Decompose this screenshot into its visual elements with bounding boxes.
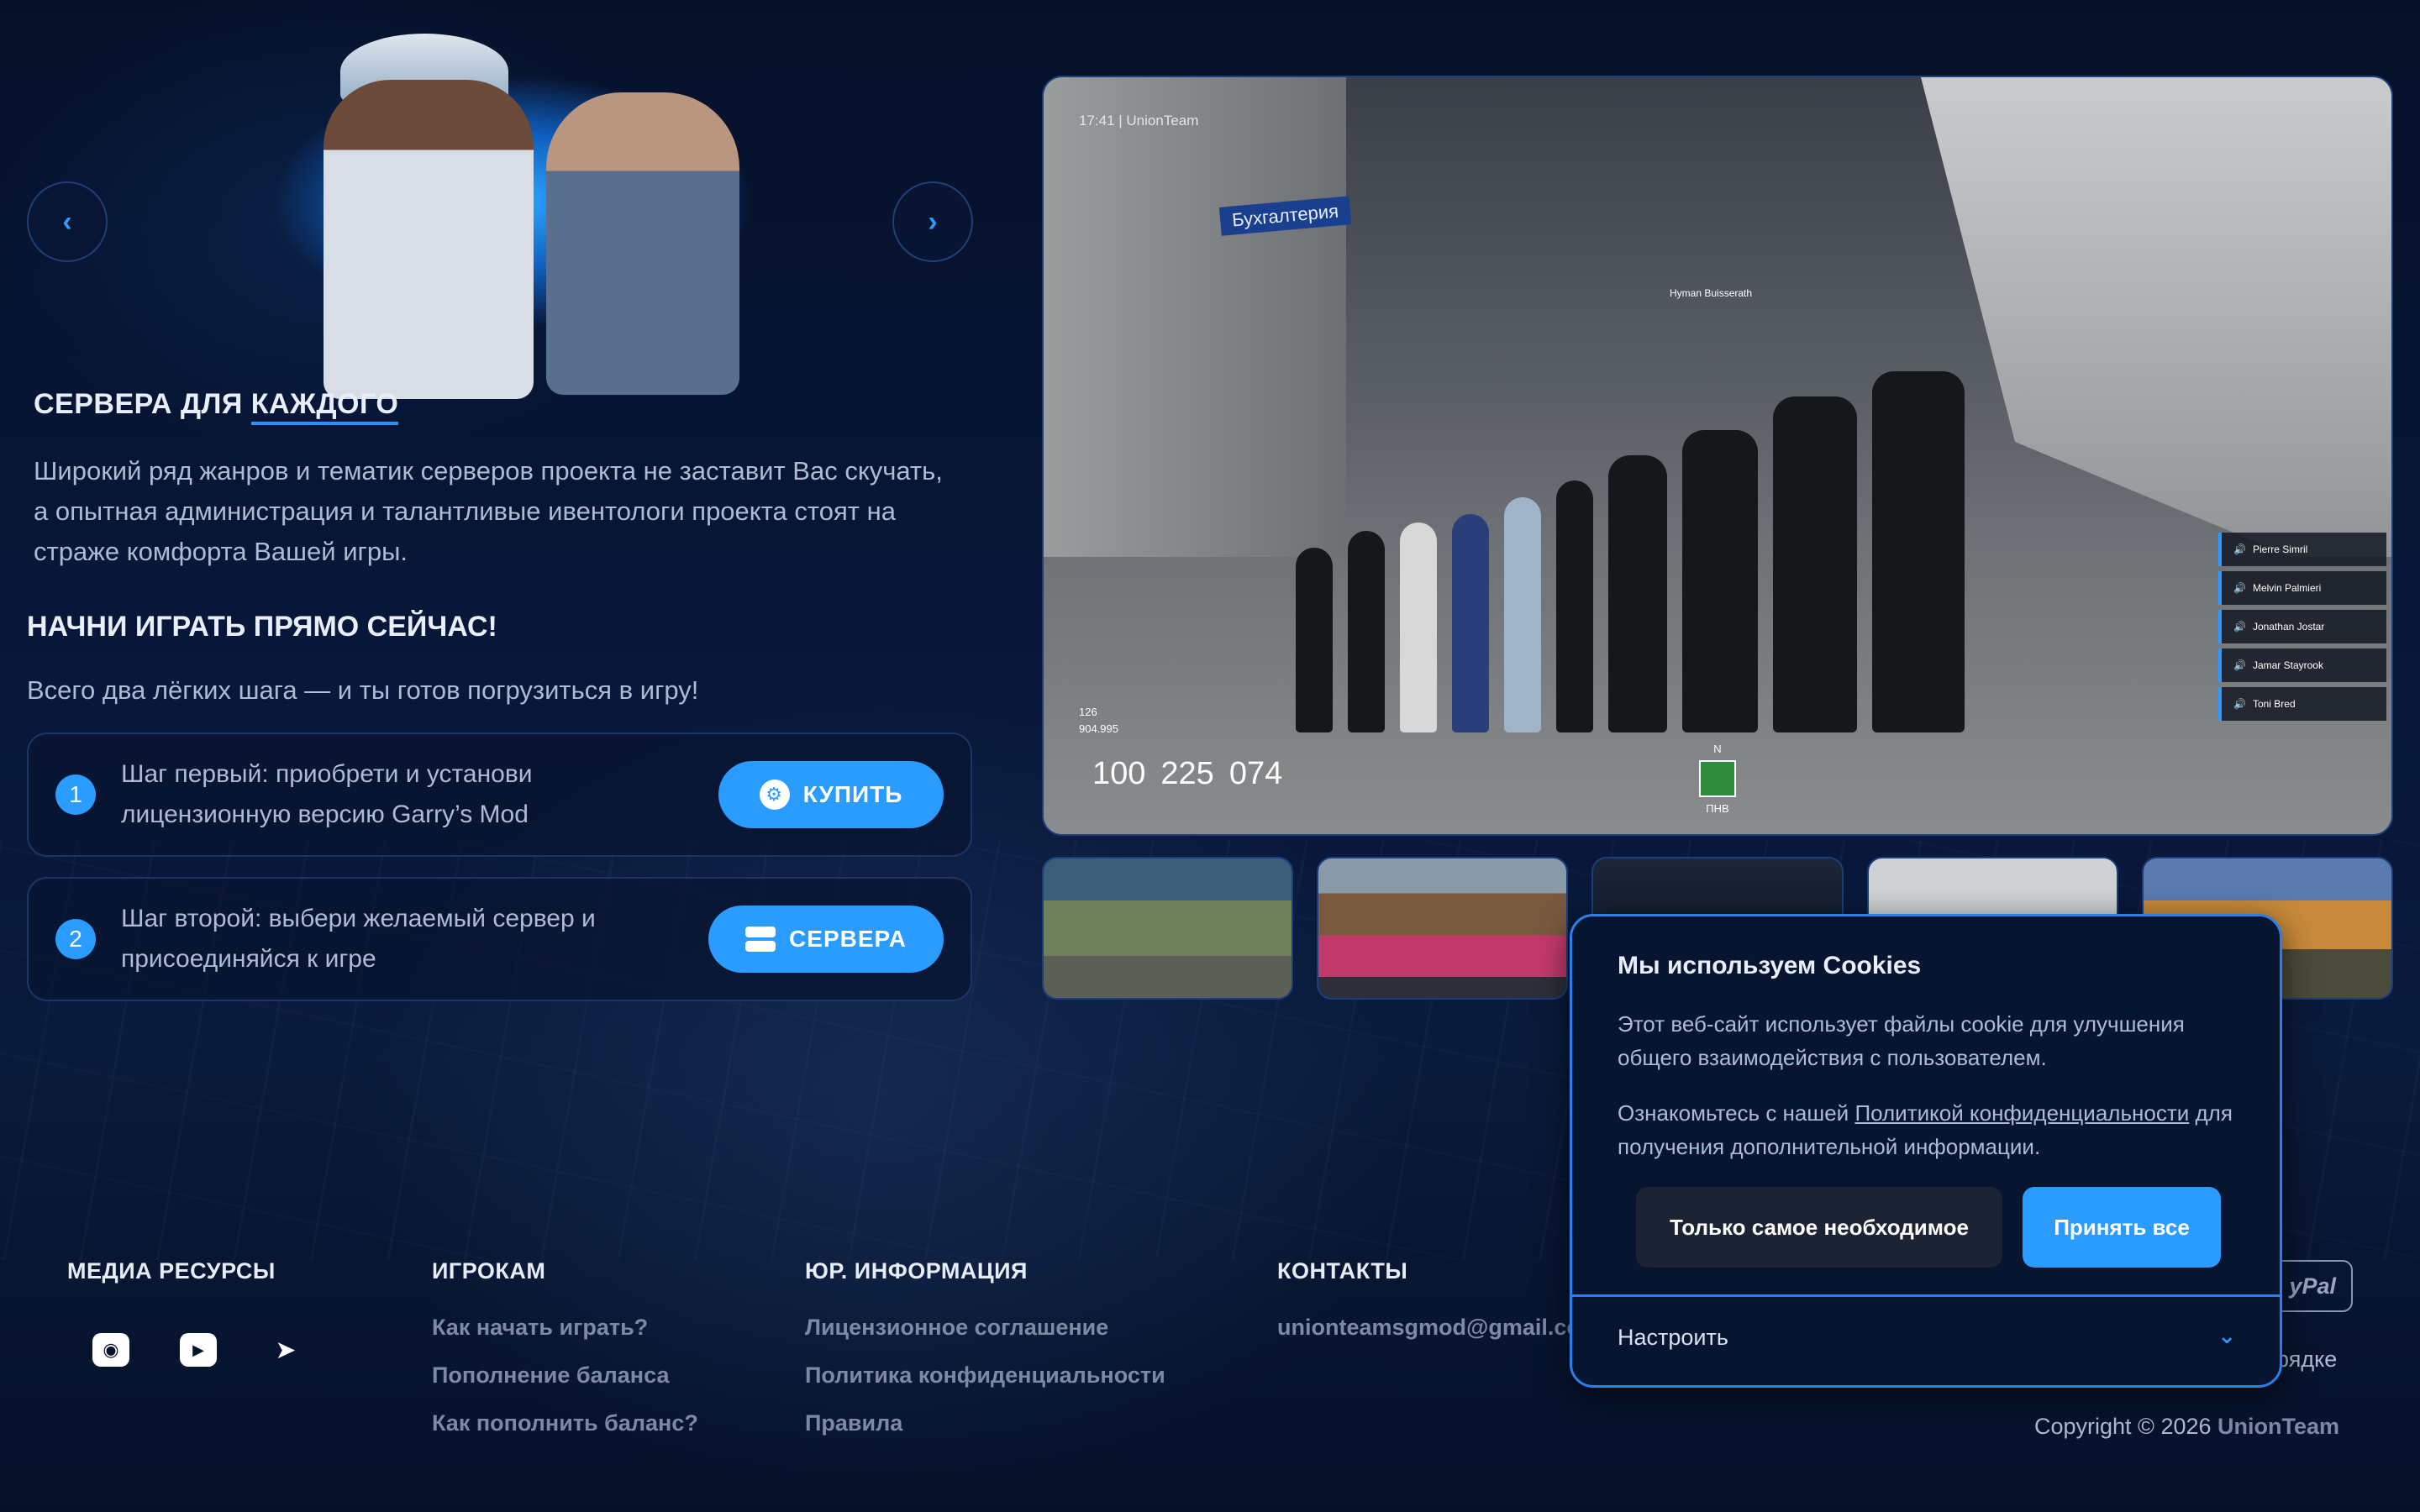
carousel-prev-button[interactable]: ‹: [27, 181, 108, 262]
cookie-policy-text: Ознакомьтесь с нашей Политикой конфиденц…: [1618, 1096, 2256, 1163]
hud-level: 126: [1079, 706, 1097, 718]
player-name-label: Hyman Buisserath: [1670, 287, 1753, 299]
voice-item: 🔊 Pierre Simril: [2218, 533, 2386, 566]
step-card-1: 1 Шаг первый: приобрети и установи лицен…: [27, 732, 972, 857]
servers-button[interactable]: СЕРВЕРА: [708, 906, 944, 973]
copyright-text: Copyright © 2026: [2034, 1414, 2218, 1439]
gallery-thumbnail[interactable]: [1317, 857, 1569, 1000]
chevron-right-icon: ›: [928, 205, 938, 238]
chevron-down-icon[interactable]: ⌄: [2217, 1323, 2236, 1349]
youtube-icon[interactable]: ▶: [180, 1333, 217, 1367]
voice-item: 🔊 Toni Bred: [2218, 687, 2386, 721]
voice-name: Melvin Palmieri: [2252, 582, 2322, 594]
carousel-next-button[interactable]: ›: [892, 181, 973, 262]
hero-title-prefix: СЕРВЕРА ДЛЯ: [34, 388, 251, 420]
footer-heading: КОНТАКТЫ: [1277, 1258, 1408, 1284]
footer-links: Лицензионное соглашение Политика конфиде…: [805, 1315, 1165, 1436]
compass-label: ПНВ: [1706, 802, 1729, 815]
gallery-thumbnail[interactable]: [1042, 857, 1294, 1000]
hero-description: Широкий ряд жанров и тематик серверов пр…: [34, 456, 943, 566]
step-card-2: 2 Шаг второй: выбери желаемый сервер и п…: [27, 877, 972, 1001]
footer-link[interactable]: Лицензионное соглашение: [805, 1315, 1165, 1341]
footer-legal: ЮР. ИНФОРМАЦИЯ Лицензионное соглашение П…: [805, 1258, 1165, 1436]
steam-icon: ⚙: [759, 780, 790, 810]
speaker-icon: 🔊: [2233, 659, 2246, 671]
cookie-title: Мы используем Cookies: [1618, 952, 1922, 979]
game-time: 17:41 | UnionTeam: [1079, 113, 1199, 129]
configure-toggle[interactable]: Настроить: [1618, 1325, 1728, 1351]
footer-link[interactable]: Как начать играть?: [432, 1315, 698, 1341]
chevron-left-icon: ‹: [62, 205, 72, 238]
voice-name: Pierre Simril: [2252, 543, 2308, 555]
hud-ammo: 074: [1228, 756, 1283, 791]
footer-players: ИГРОКАМ Как начать играть? Пополнение ба…: [432, 1258, 698, 1436]
gallery-main-image[interactable]: Бухгалтерия Hyman Buisserath 17:41 | Uni…: [1042, 76, 2393, 836]
character-woman-image: [546, 92, 739, 395]
voice-list: 🔊 Pierre Simril 🔊 Melvin Palmieri 🔊 Jonatha…: [2218, 533, 2386, 721]
footer-heading: МЕДИА РЕСУРСЫ: [67, 1258, 276, 1284]
cookie-policy-prefix: Ознакомьтесь с нашей: [1618, 1100, 1855, 1126]
divider: [1572, 1294, 2280, 1297]
buy-button[interactable]: ⚙ КУПИТЬ: [718, 761, 944, 828]
voice-item: 🔊 Jonathan Jostar: [2218, 610, 2386, 643]
voice-item: 🔊 Melvin Palmieri: [2218, 571, 2386, 605]
necessary-only-button[interactable]: Только самое необходимое: [1636, 1187, 2002, 1268]
voice-name: Jamar Stayrook: [2252, 659, 2323, 671]
server-icon: [745, 927, 776, 952]
cookie-dialog: Мы используем Cookies Этот веб-сайт испо…: [1570, 914, 2282, 1388]
step-text: Шаг первый: приобрети и установи лицензи…: [121, 760, 533, 828]
character-man-image: [324, 80, 534, 399]
hud-armor: 225: [1160, 756, 1214, 791]
social-links: ◉ ▶ ➤: [67, 1333, 304, 1367]
footer-link[interactable]: Правила: [805, 1410, 1165, 1436]
footer-links: unionteamsgmod@gmail.co: [1277, 1315, 1581, 1341]
hud-money: 904.995: [1079, 722, 1118, 735]
step-number: 2: [55, 919, 96, 959]
contact-email[interactable]: unionteamsgmod@gmail.co: [1277, 1315, 1581, 1341]
footer-heading: ЮР. ИНФОРМАЦИЯ: [805, 1258, 1028, 1284]
privacy-policy-link[interactable]: Политикой конфиденциальности: [1854, 1100, 2189, 1126]
buy-button-label: КУПИТЬ: [802, 781, 903, 807]
footer-link[interactable]: Политика конфиденциальности: [805, 1362, 1165, 1389]
hero-title-accent: КАЖДОГО: [250, 388, 399, 425]
voice-item: 🔊 Jamar Stayrook: [2218, 648, 2386, 682]
hud-numbers: 100 225 074: [1092, 756, 1282, 792]
night-vision-icon: [1699, 760, 1736, 797]
telegram-icon[interactable]: ➤: [267, 1333, 304, 1367]
footer-heading: ИГРОКАМ: [432, 1258, 546, 1284]
accept-all-button[interactable]: Принять все: [2023, 1187, 2221, 1268]
footer-media: МЕДИА РЕСУРСЫ ◉ ▶ ➤: [67, 1258, 304, 1367]
hud-stats: 126 904.995: [1079, 704, 1118, 738]
speaker-icon: 🔊: [2233, 621, 2246, 633]
footer-contacts: КОНТАКТЫ unionteamsgmod@gmail.co: [1277, 1258, 1581, 1341]
footer-link[interactable]: Пополнение баланса: [432, 1362, 698, 1389]
hud-compass: N ПНВ: [1699, 743, 1736, 815]
compass-direction: N: [1713, 743, 1722, 755]
discord-icon[interactable]: ◉: [92, 1333, 129, 1367]
step-text: Шаг второй: выбери желаемый сервер и при…: [121, 905, 596, 973]
start-heading: НАЧНИ ИГРАТЬ ПРЯМО СЕЙЧАС!: [27, 611, 497, 643]
copyright: Copyright © 2026 UnionTeam: [2034, 1414, 2339, 1440]
speaker-icon: 🔊: [2233, 582, 2246, 594]
scene-characters: [1296, 329, 2220, 732]
footer-links: Как начать играть? Пополнение баланса Ка…: [432, 1315, 698, 1436]
hud-health: 100: [1092, 756, 1146, 791]
cookie-text: Этот веб-сайт использует файлы cookie дл…: [1618, 1011, 2185, 1070]
hero-title: СЕРВЕРА ДЛЯ КАЖДОГО: [34, 388, 399, 425]
footer-link[interactable]: Как пополнить баланс?: [432, 1410, 698, 1436]
brand-name: UnionTeam: [2217, 1414, 2340, 1439]
servers-button-label: СЕРВЕРА: [789, 926, 907, 952]
voice-name: Toni Bred: [2252, 698, 2296, 710]
speaker-icon: 🔊: [2233, 698, 2246, 710]
voice-name: Jonathan Jostar: [2252, 621, 2325, 633]
step-number: 1: [55, 774, 96, 815]
speaker-icon: 🔊: [2233, 543, 2246, 555]
start-lead: Всего два лёгких шага — и ты готов погру…: [27, 675, 699, 705]
